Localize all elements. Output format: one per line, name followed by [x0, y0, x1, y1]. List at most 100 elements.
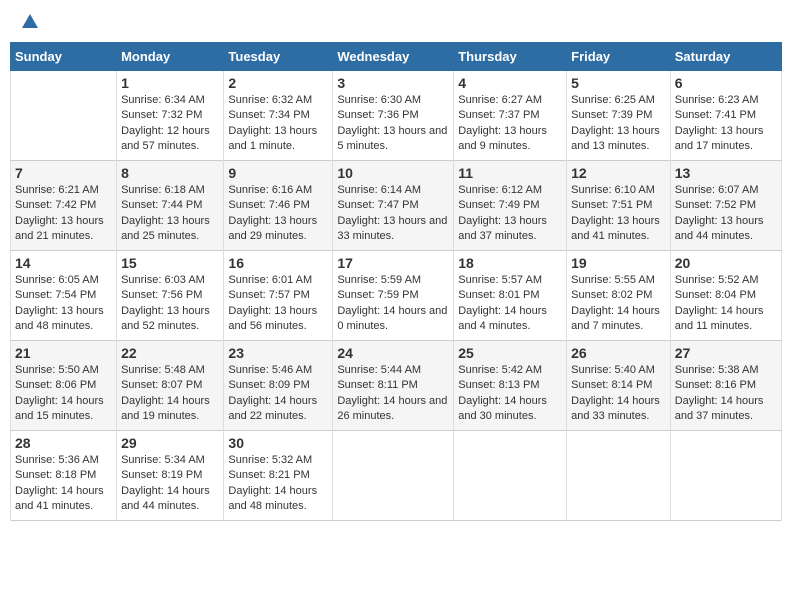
day-info: Sunrise: 5:55 AMSunset: 8:02 PMDaylight:… — [571, 273, 666, 335]
calendar-cell: 10 Sunrise: 6:14 AMSunset: 7:47 PMDayligh… — [333, 161, 454, 251]
day-number: 29 — [121, 435, 219, 451]
day-info: Sunrise: 5:48 AMSunset: 8:07 PMDaylight:… — [121, 363, 219, 425]
calendar-cell — [567, 431, 671, 521]
day-info: Sunrise: 6:01 AMSunset: 7:57 PMDaylight:… — [228, 273, 328, 335]
day-number: 24 — [337, 345, 449, 361]
day-info: Sunrise: 6:25 AMSunset: 7:39 PMDaylight:… — [571, 93, 666, 155]
calendar-cell: 20Sunrise: 5:52 AMSunset: 8:04 PMDayligh… — [670, 251, 781, 341]
day-info: Sunrise: 6:03 AMSunset: 7:56 PMDaylight:… — [121, 273, 219, 335]
calendar-cell: 16 Sunrise: 6:01 AMSunset: 7:57 PMDayligh… — [224, 251, 333, 341]
calendar-cell: 17 Sunrise: 5:59 AMSunset: 7:59 PMDayligh… — [333, 251, 454, 341]
column-header-thursday: Thursday — [454, 43, 567, 71]
day-number: 13 — [675, 165, 777, 181]
calendar-cell: 14 Sunrise: 6:05 AMSunset: 7:54 PMDayligh… — [11, 251, 117, 341]
day-info: Sunrise: 6:18 AMSunset: 7:44 PMDaylight:… — [121, 183, 219, 245]
calendar-table: SundayMondayTuesdayWednesdayThursdayFrid… — [10, 42, 782, 521]
day-number: 8 — [121, 165, 219, 181]
calendar-cell: 13 Sunrise: 6:07 AMSunset: 7:52 PMDayligh… — [670, 161, 781, 251]
day-info: Sunrise: 5:59 AMSunset: 7:59 PMDaylight:… — [337, 273, 449, 335]
day-info: Sunrise: 6:05 AMSunset: 7:54 PMDaylight:… — [15, 273, 112, 335]
calendar-cell: 21 Sunrise: 5:50 AMSunset: 8:06 PMDayligh… — [11, 341, 117, 431]
calendar-cell — [670, 431, 781, 521]
column-header-sunday: Sunday — [11, 43, 117, 71]
calendar-cell — [333, 431, 454, 521]
day-info: Sunrise: 6:12 AMSunset: 7:49 PMDaylight:… — [458, 183, 562, 245]
page-header — [10, 10, 782, 36]
day-number: 3 — [337, 75, 449, 91]
week-row-5: 28Sunrise: 5:36 AMSunset: 8:18 PMDayligh… — [11, 431, 782, 521]
day-number: 22 — [121, 345, 219, 361]
calendar-cell: 15Sunrise: 6:03 AMSunset: 7:56 PMDayligh… — [117, 251, 224, 341]
column-header-friday: Friday — [567, 43, 671, 71]
logo-triangle-icon — [20, 12, 40, 32]
column-header-tuesday: Tuesday — [224, 43, 333, 71]
calendar-cell: 7 Sunrise: 6:21 AMSunset: 7:42 PMDaylight… — [11, 161, 117, 251]
day-number: 19 — [571, 255, 666, 271]
header-row: SundayMondayTuesdayWednesdayThursdayFrid… — [11, 43, 782, 71]
day-info: Sunrise: 6:30 AMSunset: 7:36 PMDaylight:… — [337, 93, 449, 155]
calendar-cell: 1 Sunrise: 6:34 AMSunset: 7:32 PMDaylight… — [117, 71, 224, 161]
day-number: 25 — [458, 345, 562, 361]
day-info: Sunrise: 5:40 AMSunset: 8:14 PMDaylight:… — [571, 363, 666, 425]
calendar-cell: 9 Sunrise: 6:16 AMSunset: 7:46 PMDaylight… — [224, 161, 333, 251]
day-info: Sunrise: 5:34 AMSunset: 8:19 PMDaylight:… — [121, 453, 219, 515]
calendar-cell — [11, 71, 117, 161]
day-number: 7 — [15, 165, 112, 181]
calendar-cell: 28Sunrise: 5:36 AMSunset: 8:18 PMDayligh… — [11, 431, 117, 521]
day-info: Sunrise: 6:23 AMSunset: 7:41 PMDaylight:… — [675, 93, 777, 155]
day-info: Sunrise: 5:42 AMSunset: 8:13 PMDaylight:… — [458, 363, 562, 425]
calendar-cell: 25 Sunrise: 5:42 AMSunset: 8:13 PMDayligh… — [454, 341, 567, 431]
day-info: Sunrise: 6:21 AMSunset: 7:42 PMDaylight:… — [15, 183, 112, 245]
day-info: Sunrise: 6:32 AMSunset: 7:34 PMDaylight:… — [228, 93, 328, 155]
day-number: 27 — [675, 345, 777, 361]
calendar-cell: 3 Sunrise: 6:30 AMSunset: 7:36 PMDaylight… — [333, 71, 454, 161]
day-info: Sunrise: 6:34 AMSunset: 7:32 PMDaylight:… — [121, 93, 219, 155]
day-number: 5 — [571, 75, 666, 91]
calendar-cell: 5 Sunrise: 6:25 AMSunset: 7:39 PMDaylight… — [567, 71, 671, 161]
calendar-cell: 4 Sunrise: 6:27 AMSunset: 7:37 PMDaylight… — [454, 71, 567, 161]
calendar-cell: 2Sunrise: 6:32 AMSunset: 7:34 PMDaylight… — [224, 71, 333, 161]
day-info: Sunrise: 5:32 AMSunset: 8:21 PMDaylight:… — [228, 453, 328, 515]
day-number: 4 — [458, 75, 562, 91]
day-number: 6 — [675, 75, 777, 91]
calendar-cell: 22 Sunrise: 5:48 AMSunset: 8:07 PMDayligh… — [117, 341, 224, 431]
day-info: Sunrise: 6:07 AMSunset: 7:52 PMDaylight:… — [675, 183, 777, 245]
logo — [18, 14, 40, 32]
day-info: Sunrise: 6:10 AMSunset: 7:51 PMDaylight:… — [571, 183, 666, 245]
calendar-cell: 12 Sunrise: 6:10 AMSunset: 7:51 PMDayligh… — [567, 161, 671, 251]
day-info: Sunrise: 5:57 AMSunset: 8:01 PMDaylight:… — [458, 273, 562, 335]
calendar-cell: 30 Sunrise: 5:32 AMSunset: 8:21 PMDayligh… — [224, 431, 333, 521]
calendar-cell: 23Sunrise: 5:46 AMSunset: 8:09 PMDayligh… — [224, 341, 333, 431]
calendar-cell: 18Sunrise: 5:57 AMSunset: 8:01 PMDayligh… — [454, 251, 567, 341]
day-info: Sunrise: 5:36 AMSunset: 8:18 PMDaylight:… — [15, 453, 112, 515]
day-number: 10 — [337, 165, 449, 181]
day-info: Sunrise: 6:16 AMSunset: 7:46 PMDaylight:… — [228, 183, 328, 245]
day-number: 21 — [15, 345, 112, 361]
day-info: Sunrise: 6:27 AMSunset: 7:37 PMDaylight:… — [458, 93, 562, 155]
calendar-cell: 27 Sunrise: 5:38 AMSunset: 8:16 PMDayligh… — [670, 341, 781, 431]
day-info: Sunrise: 5:38 AMSunset: 8:16 PMDaylight:… — [675, 363, 777, 425]
calendar-cell: 8 Sunrise: 6:18 AMSunset: 7:44 PMDaylight… — [117, 161, 224, 251]
day-number: 12 — [571, 165, 666, 181]
day-number: 30 — [228, 435, 328, 451]
day-number: 17 — [337, 255, 449, 271]
day-info: Sunrise: 5:46 AMSunset: 8:09 PMDaylight:… — [228, 363, 328, 425]
calendar-cell — [454, 431, 567, 521]
calendar-cell: 24Sunrise: 5:44 AMSunset: 8:11 PMDayligh… — [333, 341, 454, 431]
calendar-cell: 19 Sunrise: 5:55 AMSunset: 8:02 PMDayligh… — [567, 251, 671, 341]
day-number: 14 — [15, 255, 112, 271]
column-header-monday: Monday — [117, 43, 224, 71]
day-number: 26 — [571, 345, 666, 361]
week-row-3: 14 Sunrise: 6:05 AMSunset: 7:54 PMDayligh… — [11, 251, 782, 341]
calendar-cell: 11Sunrise: 6:12 AMSunset: 7:49 PMDayligh… — [454, 161, 567, 251]
day-info: Sunrise: 5:50 AMSunset: 8:06 PMDaylight:… — [15, 363, 112, 425]
day-number: 9 — [228, 165, 328, 181]
week-row-1: 1 Sunrise: 6:34 AMSunset: 7:32 PMDaylight… — [11, 71, 782, 161]
column-header-wednesday: Wednesday — [333, 43, 454, 71]
day-number: 1 — [121, 75, 219, 91]
calendar-cell: 29 Sunrise: 5:34 AMSunset: 8:19 PMDayligh… — [117, 431, 224, 521]
day-number: 20 — [675, 255, 777, 271]
day-info: Sunrise: 6:14 AMSunset: 7:47 PMDaylight:… — [337, 183, 449, 245]
week-row-2: 7 Sunrise: 6:21 AMSunset: 7:42 PMDaylight… — [11, 161, 782, 251]
day-number: 16 — [228, 255, 328, 271]
